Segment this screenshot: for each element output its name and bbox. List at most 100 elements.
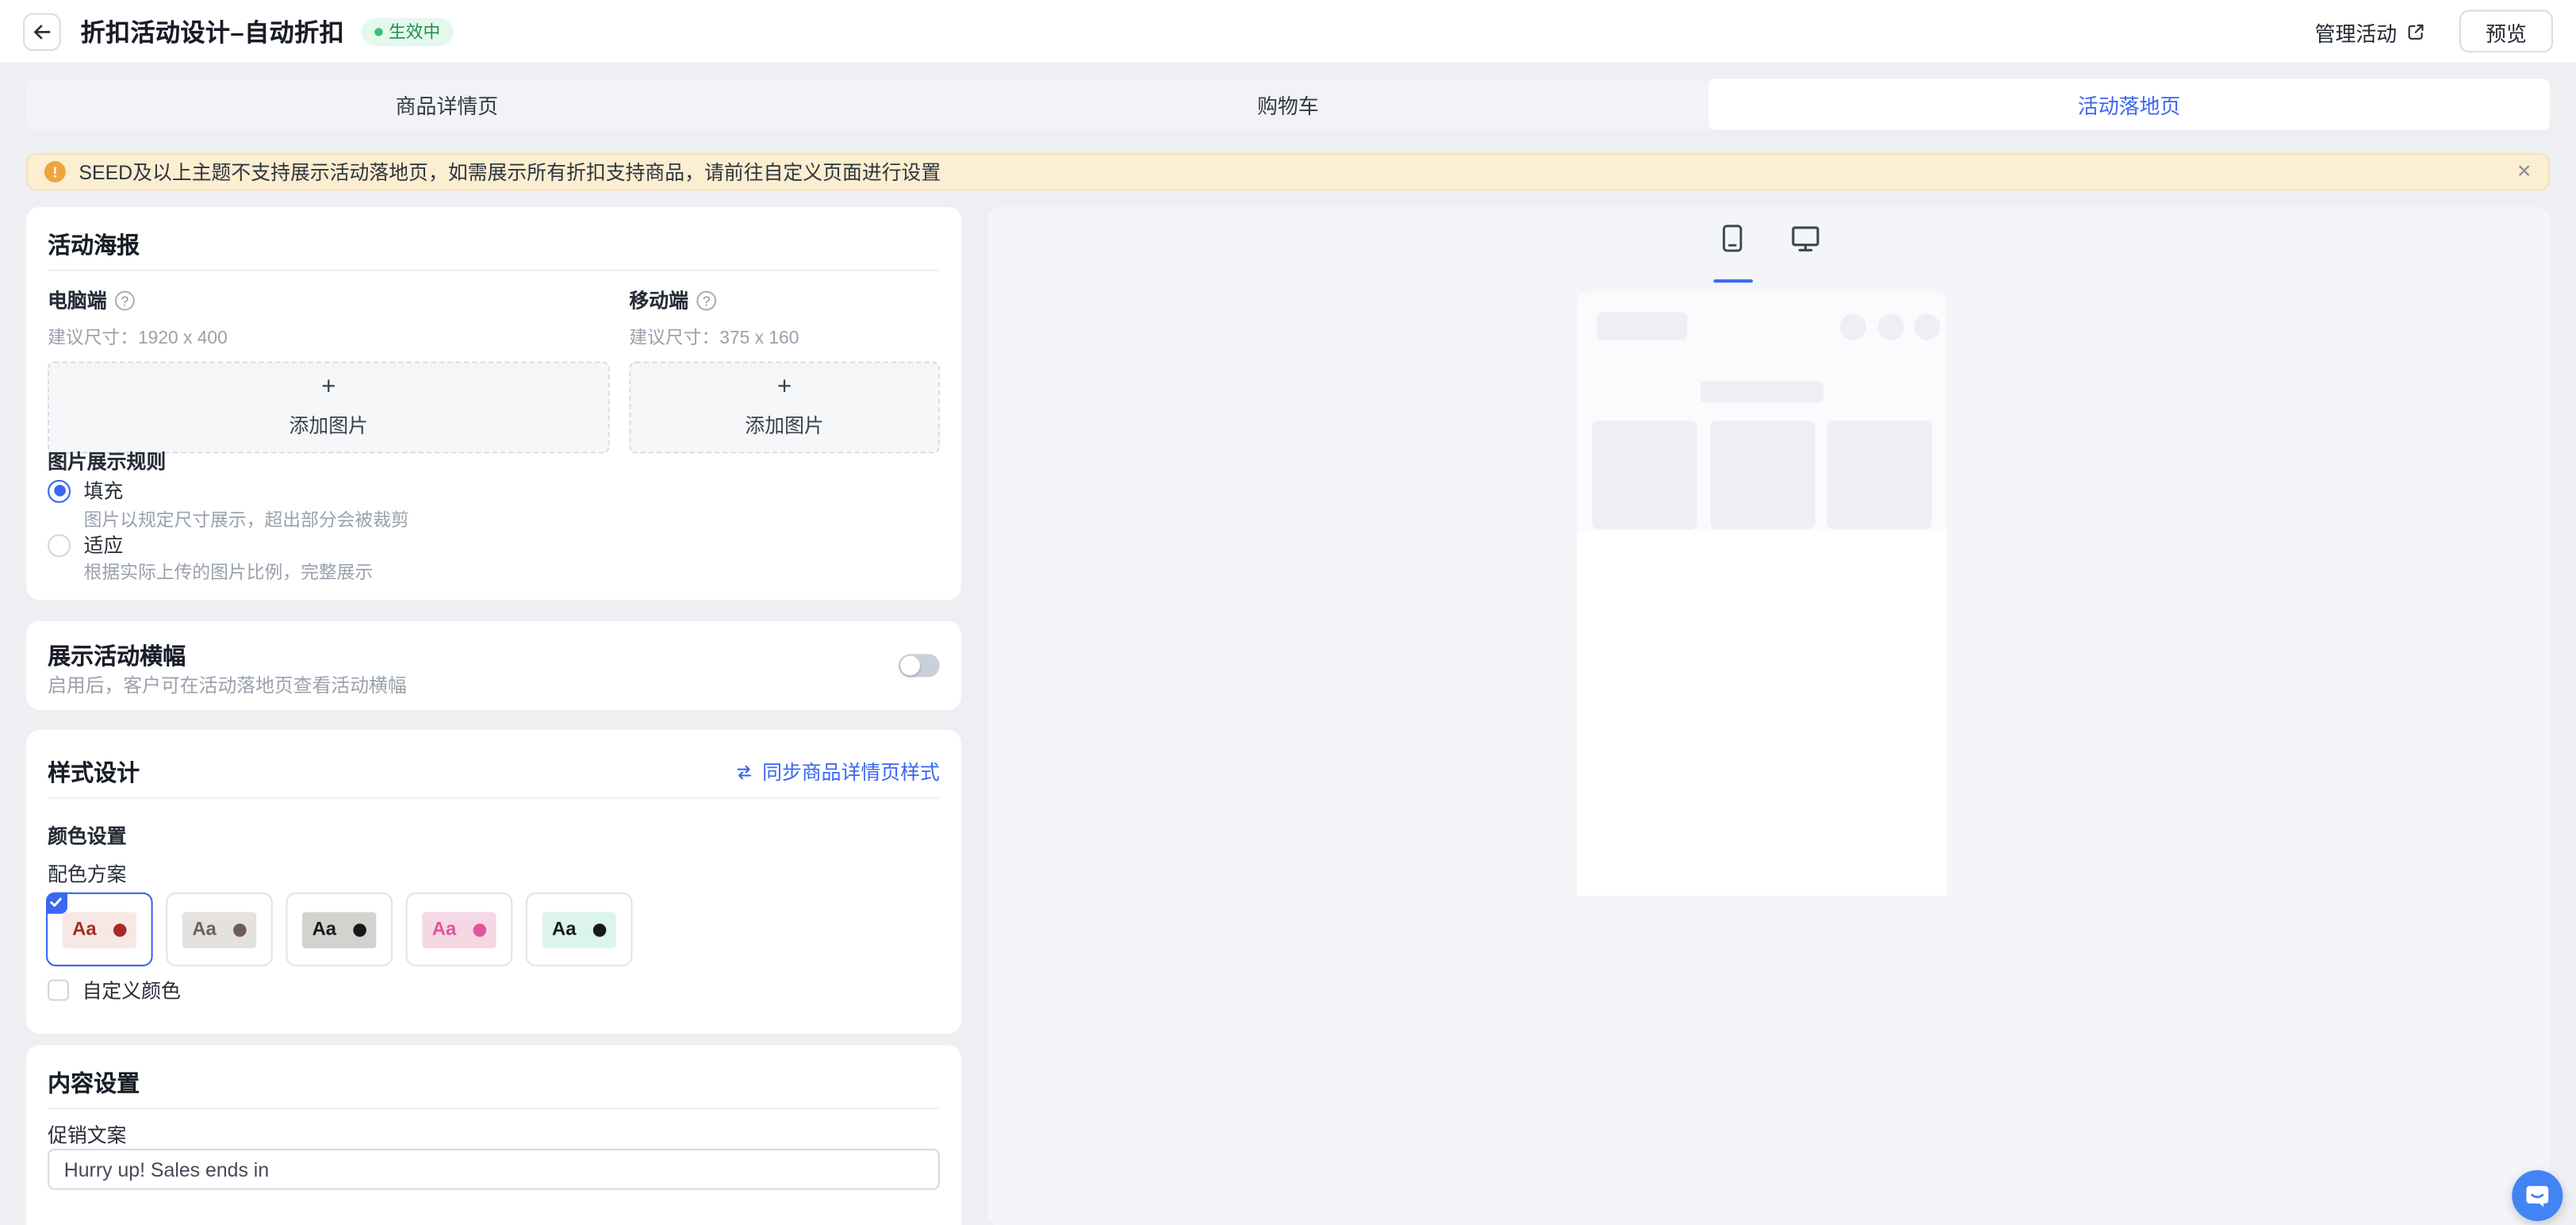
scheme-swatch: Aa (182, 912, 256, 949)
device-switch (987, 222, 2550, 255)
radio-fit-label: 适应 (84, 531, 124, 559)
plus-icon: + (777, 376, 792, 399)
tab-cart[interactable]: 购物车 (868, 79, 1709, 129)
color-scheme-option-2[interactable]: Aa (166, 893, 273, 966)
help-icon[interactable]: ? (696, 290, 716, 310)
placeholder-title-bar (1700, 382, 1823, 403)
chat-bubble-icon (2524, 1181, 2551, 1209)
placeholder-product-tile (1827, 420, 1932, 529)
placeholder-nav-circle (1840, 314, 1866, 340)
scheme-sample-text: Aa (312, 920, 336, 940)
mobile-icon (1720, 223, 1745, 254)
status-badge-label: 生效中 (389, 19, 440, 44)
color-scheme-list: Aa Aa Aa Aa (46, 893, 633, 966)
mobile-size-hint: 建议尺寸：375 x 160 (629, 324, 940, 350)
sync-icon (734, 762, 754, 781)
scheme-sample-text: Aa (72, 920, 96, 940)
mobile-upload-label: 添加图片 (745, 411, 823, 439)
color-scheme-label: 配色方案 (48, 859, 126, 887)
color-scheme-option-1[interactable]: Aa (46, 893, 153, 966)
sync-style-label: 同步商品详情页样式 (762, 758, 940, 785)
tab-product-detail[interactable]: 商品详情页 (26, 79, 868, 129)
radio-fill-desc: 图片以规定尺寸展示，超出部分会被裁剪 (84, 506, 409, 532)
promo-text-label: 促销文案 (48, 1121, 126, 1149)
desktop-size-hint: 建议尺寸：1920 x 400 (48, 324, 609, 350)
landing-page-preview-canvas (1577, 293, 1947, 896)
toggle-knob (900, 656, 920, 676)
scheme-swatch: Aa (302, 912, 376, 949)
app-window: 折扣活动设计–自动折扣 生效中 管理活动 预览 商品详情页 购物车 活动落地页 … (0, 0, 2576, 1225)
placeholder-product-tile (1592, 420, 1697, 529)
preview-button[interactable]: 预览 (2459, 10, 2553, 52)
mobile-upload-group: 移动端 ? 建议尺寸：375 x 160 + 添加图片 (629, 286, 940, 453)
scheme-sample-text: Aa (552, 920, 576, 940)
banner-close-icon[interactable]: ✕ (2517, 161, 2532, 182)
tab-landing-page[interactable]: 活动落地页 (1708, 79, 2550, 129)
manage-activity-link[interactable]: 管理活动 (2315, 16, 2427, 47)
placeholder-nav-circle (1914, 314, 1940, 340)
activity-banner-card: 展示活动横幅 启用后，客户可在活动落地页查看活动横幅 (26, 621, 961, 710)
activity-banner-desc: 启用后，客户可在活动落地页查看活动横幅 (48, 672, 407, 698)
divider (48, 797, 940, 799)
header: 折扣活动设计–自动折扣 生效中 管理活动 预览 (0, 0, 2576, 63)
promo-text-input[interactable] (48, 1149, 940, 1190)
scheme-sample-text: Aa (432, 920, 456, 940)
divider (48, 270, 940, 271)
scheme-swatch: Aa (542, 912, 616, 949)
placeholder-nav-circle (1878, 314, 1904, 340)
desktop-icon (1790, 225, 1819, 252)
radio-option-fill[interactable]: 填充 (48, 477, 123, 505)
scheme-dot (593, 924, 607, 937)
scheme-dot (113, 924, 127, 937)
style-card-title: 样式设计 (48, 756, 140, 789)
color-settings-title: 颜色设置 (48, 822, 126, 850)
page-title: 折扣活动设计–自动折扣 (81, 14, 345, 49)
color-scheme-option-5[interactable]: Aa (526, 893, 633, 966)
radio-option-fit[interactable]: 适应 (48, 531, 123, 559)
status-dot-icon (374, 27, 381, 35)
check-icon (45, 892, 67, 913)
checkbox-unchecked-icon (48, 980, 69, 1001)
content-settings-card: 内容设置 促销文案 (26, 1045, 961, 1225)
scheme-swatch: Aa (422, 912, 496, 949)
radio-fit-desc: 根据实际上传的图片比例，完整展示 (84, 559, 374, 585)
style-design-card: 样式设计 同步商品详情页样式 颜色设置 配色方案 Aa (26, 730, 961, 1034)
desktop-upload-group: 电脑端 ? 建议尺寸：1920 x 400 + 添加图片 (48, 286, 609, 453)
poster-card-title: 活动海报 (48, 228, 140, 261)
preview-pane (987, 207, 2550, 1225)
active-device-underline (1712, 279, 1752, 282)
scheme-dot (353, 924, 366, 937)
custom-color-option[interactable]: 自定义颜色 (48, 976, 181, 1004)
custom-color-label: 自定义颜色 (82, 976, 181, 1004)
display-rule-title: 图片展示规则 (48, 447, 166, 474)
banner-toggle-switch[interactable] (899, 654, 940, 677)
radio-selected-icon (48, 479, 71, 502)
warning-icon: ! (44, 161, 66, 182)
scheme-swatch: Aa (63, 912, 136, 949)
chat-launcher-button[interactable] (2512, 1170, 2563, 1221)
color-scheme-option-4[interactable]: Aa (406, 893, 513, 966)
mobile-preview-button[interactable] (1712, 222, 1752, 255)
desktop-upload-label: 添加图片 (289, 411, 368, 439)
poster-card: 活动海报 电脑端 ? 建议尺寸：1920 x 400 + 添加图片 移动端 ? … (26, 207, 961, 600)
scheme-dot (473, 924, 487, 937)
desktop-upload-dropzone[interactable]: + 添加图片 (48, 362, 609, 454)
warning-text: SEED及以上主题不支持展示活动落地页，如需展示所有折扣支持商品，请前往自定义页… (79, 158, 941, 186)
desktop-label: 电脑端 (48, 286, 107, 313)
scheme-dot (233, 924, 247, 937)
color-scheme-option-3[interactable]: Aa (286, 893, 393, 966)
desktop-preview-button[interactable] (1785, 222, 1825, 255)
warning-banner: ! SEED及以上主题不支持展示活动落地页，如需展示所有折扣支持商品，请前往自定… (26, 153, 2550, 191)
mobile-label: 移动端 (629, 286, 688, 313)
arrow-left-icon (31, 21, 52, 42)
help-icon[interactable]: ? (115, 290, 135, 310)
placeholder-logo-bar (1597, 313, 1687, 340)
back-button[interactable] (23, 13, 61, 51)
plus-icon: + (321, 376, 335, 399)
activity-banner-title: 展示活动横幅 (48, 639, 186, 672)
sync-style-link[interactable]: 同步商品详情页样式 (734, 758, 940, 785)
external-link-icon (2405, 21, 2427, 42)
status-badge: 生效中 (361, 17, 454, 45)
radio-unselected-icon (48, 533, 71, 556)
mobile-upload-dropzone[interactable]: + 添加图片 (629, 362, 940, 454)
